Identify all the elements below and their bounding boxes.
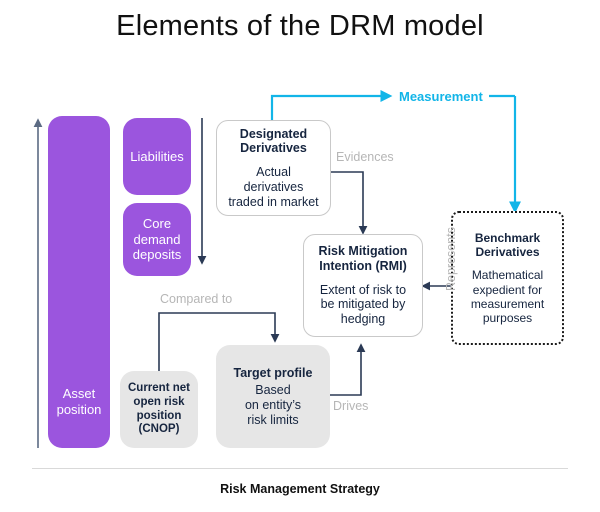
- drives-connector: [330, 343, 366, 396]
- compared-to-label: Compared to: [160, 292, 233, 306]
- risk-mitigation-intention-title: Risk Mitigation Intention (RMI): [318, 244, 408, 273]
- footer-divider: [32, 468, 568, 469]
- risk-mitigation-intention-body: Extent of risk to be mitigated by hedgin…: [319, 282, 407, 327]
- drives-label: Drives: [333, 399, 369, 413]
- benchmark-derivatives-title: Benchmark Derivatives: [474, 231, 541, 260]
- liabilities-label: Liabilities: [130, 148, 184, 164]
- evidences-connector: [331, 171, 368, 235]
- current-net-open-risk-position-box[interactable]: Current net open risk position (CNOP): [120, 371, 198, 448]
- page-title: Elements of the DRM model: [116, 10, 484, 42]
- diagram-canvas: Elements of the DRM model Asset position…: [0, 0, 600, 512]
- target-profile-box[interactable]: Target profile Based on entity’s risk li…: [216, 345, 330, 448]
- risk-mitigation-intention-box[interactable]: Risk Mitigation Intention (RMI) Extent o…: [303, 234, 423, 337]
- liabilities-block[interactable]: Liabilities: [123, 118, 191, 195]
- designated-derivatives-box[interactable]: Designated Derivatives Actual derivative…: [216, 120, 331, 216]
- measurement-cyan-connector-right: [489, 94, 522, 214]
- core-demand-deposits-label: Core demand deposits: [132, 215, 182, 263]
- represents-label: Represents: [444, 227, 458, 291]
- target-profile-title: Target profile: [233, 365, 313, 380]
- benchmark-derivatives-box[interactable]: Benchmark Derivatives Mathematical exped…: [451, 211, 564, 345]
- measurement-cyan-connector-left: [270, 89, 393, 120]
- footer-label: Risk Management Strategy: [220, 482, 380, 496]
- target-profile-body: Based on entity’s risk limits: [244, 383, 302, 427]
- benchmark-derivatives-body: Mathematical expedient for measurement p…: [470, 268, 545, 325]
- measurement-label: Measurement: [399, 89, 483, 104]
- designated-derivatives-title: Designated Derivatives: [239, 126, 308, 156]
- core-demand-deposits-block[interactable]: Core demand deposits: [123, 203, 191, 276]
- asset-position-label: Asset position: [56, 386, 102, 418]
- asset-position-block[interactable]: Asset position: [48, 116, 110, 448]
- designated-derivatives-body: Actual derivatives traded in market: [228, 165, 319, 209]
- cnop-label: Current net open risk position (CNOP): [128, 381, 190, 436]
- evidences-label: Evidences: [336, 150, 394, 164]
